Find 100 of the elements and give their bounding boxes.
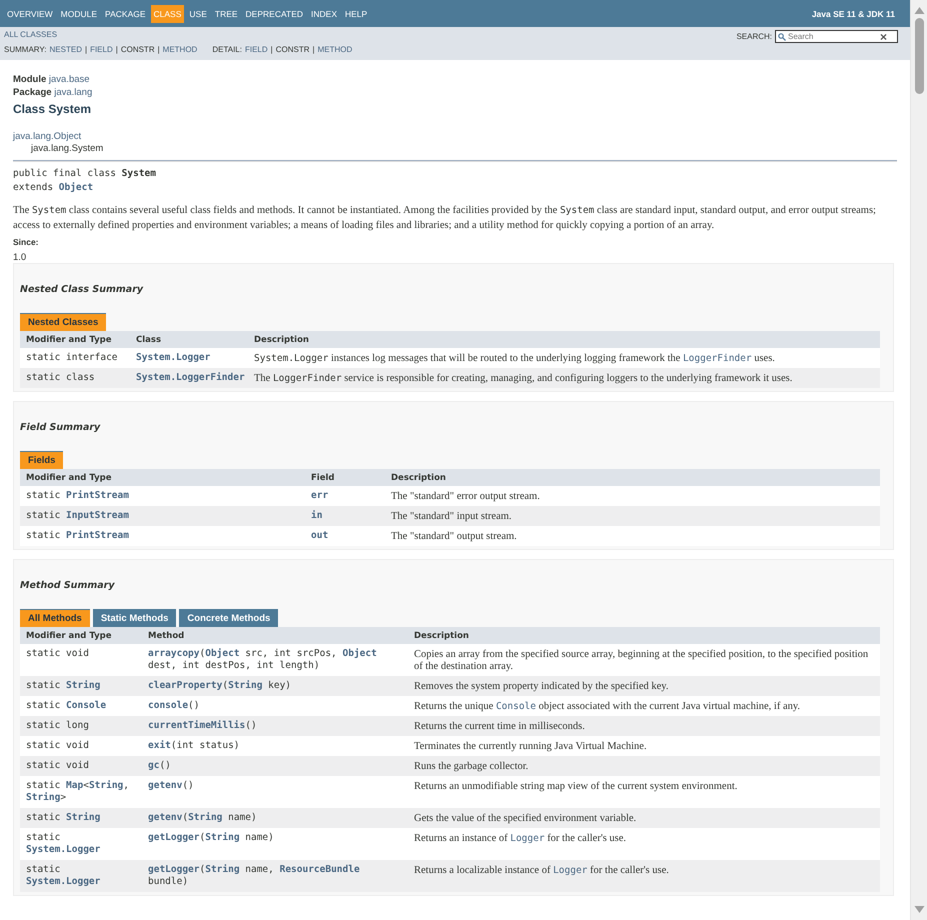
member-link[interactable]: err [305, 486, 385, 506]
table-cell: static void [20, 736, 142, 756]
link-separator: | [158, 45, 160, 54]
table-cell: Removes the system property indicated by the specified key. [408, 676, 880, 696]
column-header: Modifier and Type [20, 627, 142, 644]
table-cell: static void [20, 644, 142, 676]
member-link[interactable]: System.Logger [130, 348, 248, 368]
column-header: Field [305, 469, 385, 486]
column-header: Description [408, 627, 880, 644]
scrollbar-thumb[interactable] [914, 18, 924, 94]
table-cell: static PrintStream [20, 526, 305, 546]
nav-link[interactable]: INDEX [308, 4, 340, 22]
all-classes-link[interactable]: ALL CLASSES [4, 30, 58, 39]
detail-link[interactable]: FIELD [244, 45, 268, 54]
column-header: Modifier and Type [20, 469, 305, 486]
member-link[interactable]: exit(int status) [142, 736, 408, 756]
detail-item: CONSTR [276, 45, 310, 54]
summary-item: CONSTR [120, 45, 155, 54]
link-separator: | [116, 45, 118, 54]
member-link[interactable]: getenv(String name) [142, 808, 408, 828]
table-cell: static void [20, 756, 142, 776]
search-label: SEARCH: [736, 32, 772, 41]
detail-label: DETAIL: [212, 45, 242, 54]
table-cell: Terminates the currently running Java Virtual Machine. [408, 736, 880, 756]
table-tab[interactable]: All Methods [20, 609, 90, 627]
member-link[interactable]: currentTimeMillis() [142, 716, 408, 736]
table-cell: The LoggerFinder service is responsible for creating, managing, and configuring loggers to the underlying framework it uses. [248, 368, 880, 388]
summary-link[interactable]: FIELD [90, 45, 113, 54]
clear-button[interactable]: × [880, 32, 888, 42]
table-cell: static long [20, 716, 142, 736]
table-cell: The "standard" input stream. [385, 506, 880, 526]
table-cell: static interface [20, 348, 130, 368]
table-cell: static String [20, 808, 142, 828]
table-cell: Runs the garbage collector. [408, 756, 880, 776]
search-icon [778, 32, 786, 40]
package-label: Package [13, 87, 52, 98]
link-separator: | [84, 45, 88, 54]
table-cell: Returns a localizable instance of Logger for the caller's use. [408, 860, 880, 892]
summary-label: SUMMARY: [4, 45, 47, 54]
table-cell: Returns an unmodifiable string map view of the current system environment. [408, 776, 880, 808]
member-link[interactable]: getLogger(String name) [142, 828, 408, 860]
section-title: Field Summary [20, 421, 102, 435]
table-cell: static class [20, 368, 130, 388]
nav-link[interactable]: TREE [212, 4, 241, 22]
table-cell: static Console [20, 696, 142, 716]
table-cell: static String [20, 676, 142, 696]
table-tab[interactable]: Fields [20, 451, 64, 469]
table-cell: static PrintStream [20, 486, 305, 506]
summary-link[interactable]: METHOD [162, 45, 198, 54]
module-name[interactable]: java.base [48, 74, 90, 85]
column-header: Description [248, 331, 880, 348]
nav-link[interactable]: HELP [342, 4, 370, 22]
declaration-line: extends Object [13, 181, 94, 194]
scroll-down-icon[interactable] [914, 905, 924, 914]
nav-link[interactable]: MODULE [58, 4, 100, 22]
table-cell: The "standard" output stream. [385, 526, 880, 546]
nav-link[interactable]: PACKAGE [102, 4, 149, 22]
column-header: Modifier and Type [20, 331, 130, 348]
member-link[interactable]: arraycopy(Object src, int srcPos, Object dest, int destPos, int length) [142, 644, 408, 676]
member-link[interactable]: out [305, 526, 385, 546]
table-tab[interactable]: Static Methods [92, 609, 176, 627]
table-cell: static System.Logger [20, 860, 142, 892]
nav-link[interactable]: USE [186, 4, 210, 22]
member-link[interactable]: System.LoggerFinder [130, 368, 248, 388]
scroll-up-icon[interactable] [914, 6, 924, 15]
column-header: Method [142, 627, 408, 644]
product-label: Java SE 11 & JDK 11 [812, 8, 895, 18]
table-cell: The "standard" error output stream. [385, 486, 880, 506]
declaration-line: public final class System [13, 167, 157, 180]
detail-link[interactable]: METHOD [318, 45, 352, 54]
module-label: Module [13, 74, 46, 85]
section-title: Nested Class Summary [20, 283, 144, 297]
table-cell: static InputStream [20, 506, 305, 526]
member-link[interactable]: clearProperty(String key) [142, 676, 408, 696]
summary-link[interactable]: NESTED [50, 45, 82, 54]
package-name[interactable]: java.lang [54, 87, 92, 98]
table-cell: Returns an instance of Logger for the caller's use. [408, 828, 880, 860]
table-cell: static System.Logger [20, 828, 142, 860]
link-separator: | [312, 45, 315, 54]
table-cell: Returns the current time in milliseconds. [408, 716, 880, 736]
superclass-link[interactable]: java.lang.Object [13, 131, 897, 143]
table-cell: System.Logger instances log messages that will be routed to the underlying logging framework the LoggerFinder uses. [248, 348, 880, 368]
member-link[interactable]: console() [142, 696, 408, 716]
member-link[interactable]: getLogger(String name, ResourceBundle bundle) [142, 860, 408, 892]
class-name: java.lang.System [30, 143, 104, 155]
search-field[interactable]: Search × [775, 30, 898, 43]
nav-link[interactable]: OVERVIEW [4, 4, 56, 22]
table-cell: Gets the value of the specified environment variable. [408, 808, 880, 828]
column-header: Class [130, 331, 248, 348]
member-link[interactable]: in [305, 506, 385, 526]
nav-link[interactable]: DEPRECATED [242, 4, 306, 22]
link-separator: | [270, 45, 273, 54]
member-link[interactable]: getenv() [142, 776, 408, 808]
section-title: Method Summary [20, 579, 116, 593]
table-cell: static Map<String, String> [20, 776, 142, 808]
table-cell: Copies an array from the specified source array, beginning at the specified position, to the specified position of the destination array. [408, 644, 880, 676]
table-tab[interactable]: Nested Classes [20, 313, 106, 331]
table-tab[interactable]: Concrete Methods [179, 609, 278, 627]
member-link[interactable]: gc() [142, 756, 408, 776]
class-description: The System class contains several useful class fields and methods. It cannot be instantiated. Among the facilities provided by the System class are standard input, standard output, and error output streams; access to externally defined properties and environment variables; a means of loading files and libraries; and a utility method for quickly copying a portion of an array. [13, 204, 877, 232]
